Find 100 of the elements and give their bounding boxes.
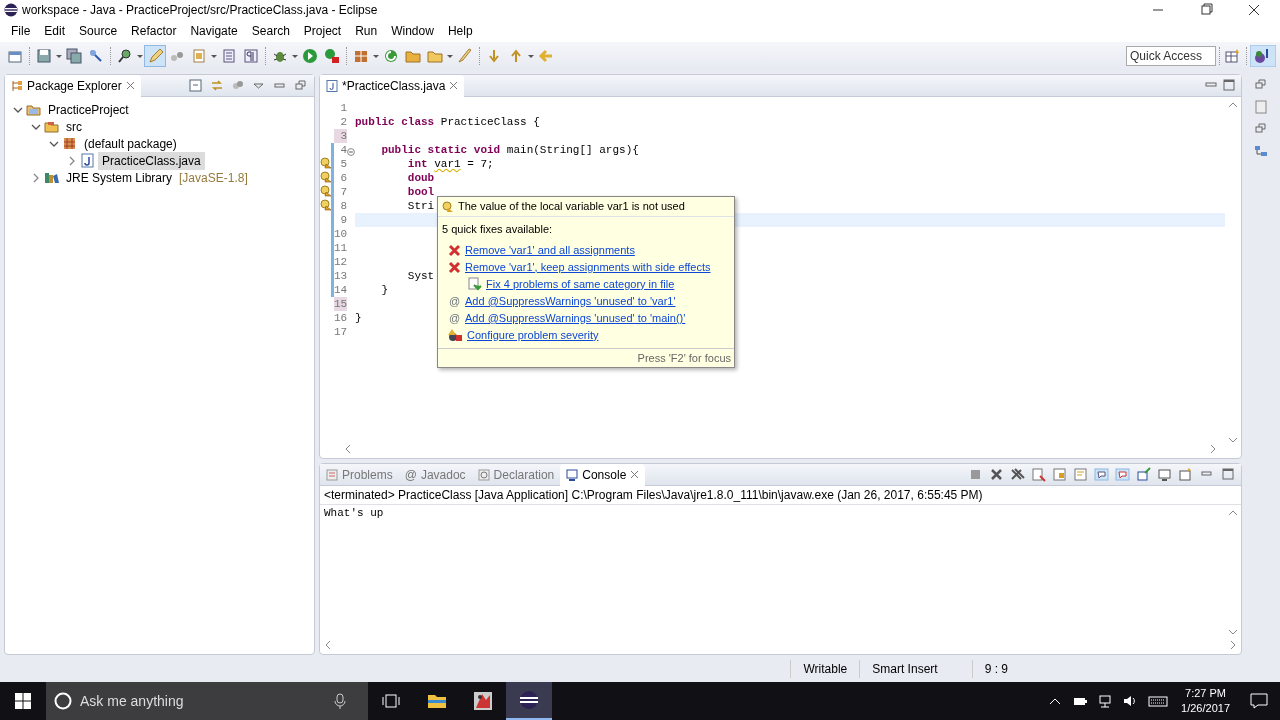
chevron-right-icon[interactable] bbox=[31, 172, 41, 183]
save-all-icon bbox=[66, 48, 82, 64]
quick-access-field[interactable]: Quick Access bbox=[1126, 46, 1216, 66]
project-folder-icon bbox=[26, 102, 41, 117]
scroll-left-icon[interactable] bbox=[344, 444, 352, 454]
warning-bulb-icon bbox=[442, 200, 454, 213]
line-number: 2 bbox=[339, 115, 347, 129]
severity-icon bbox=[448, 328, 463, 342]
circle-icon bbox=[54, 692, 72, 710]
menu-item[interactable]: Refactor bbox=[124, 22, 184, 40]
tree-item[interactable]: PracticeClass.java bbox=[98, 151, 205, 170]
keyboard-icon[interactable] bbox=[1148, 693, 1169, 709]
code-line: } bbox=[380, 284, 388, 296]
java-file-icon bbox=[80, 153, 95, 168]
tree-item[interactable]: PracticeProject bbox=[44, 100, 133, 119]
books-icon bbox=[44, 170, 59, 185]
menu-item[interactable]: Help bbox=[440, 22, 480, 40]
status-text: Writable bbox=[790, 659, 860, 678]
line-number: 3 bbox=[334, 129, 347, 143]
chevron-right-icon[interactable] bbox=[67, 155, 77, 166]
quick-fix-link[interactable]: Add @SuppressWarnings 'unused' to 'var1' bbox=[465, 292, 676, 310]
folder-icon bbox=[427, 48, 443, 64]
menu-item[interactable]: Window bbox=[384, 22, 441, 40]
view-tab[interactable]: @ Javadoc bbox=[398, 463, 472, 486]
restore-icon[interactable] bbox=[293, 78, 308, 93]
search-box[interactable]: Ask me anything bbox=[46, 682, 368, 720]
package-icon bbox=[353, 48, 369, 64]
stop-icon[interactable] bbox=[968, 467, 983, 482]
scroll-right-icon[interactable] bbox=[1209, 444, 1217, 454]
run-tools-icon bbox=[324, 48, 340, 64]
search-field[interactable]: Ask me anything bbox=[78, 689, 328, 713]
code-line: Stri bbox=[406, 200, 435, 212]
menu-item[interactable]: Edit bbox=[37, 22, 73, 40]
restore-icon[interactable] bbox=[1254, 122, 1268, 136]
line-number: 16 bbox=[334, 311, 347, 325]
menu-item[interactable]: Project bbox=[296, 22, 349, 40]
scroll-down-icon[interactable] bbox=[1228, 436, 1238, 444]
menu-item[interactable]: Search bbox=[244, 22, 297, 40]
scroll-up-icon[interactable] bbox=[1228, 101, 1238, 109]
line-number: 8 bbox=[339, 199, 347, 213]
line-number: 4 bbox=[339, 143, 347, 157]
paint-app-icon bbox=[473, 691, 493, 711]
menu-item[interactable]: Source bbox=[72, 22, 125, 40]
clear-console-icon[interactable] bbox=[1031, 467, 1046, 482]
line-number: 14 bbox=[334, 283, 347, 297]
tree-item[interactable]: (default package) bbox=[80, 134, 181, 153]
view-tab[interactable]: Console bbox=[560, 463, 646, 486]
menu-item[interactable]: Navigate bbox=[183, 22, 245, 40]
restore-icon[interactable] bbox=[1254, 78, 1268, 92]
menu-item[interactable]: Run bbox=[348, 22, 385, 40]
taskbar-app[interactable] bbox=[506, 682, 552, 720]
notification-icon[interactable] bbox=[1250, 693, 1268, 709]
tree-item[interactable]: src bbox=[62, 117, 86, 136]
view-tab[interactable]: Package Explorer bbox=[5, 74, 141, 97]
package-icon bbox=[62, 136, 77, 151]
clock-date[interactable]: 1/26/2017 bbox=[1181, 701, 1230, 716]
windows-logo-icon bbox=[15, 693, 31, 709]
folder-icon bbox=[44, 119, 59, 134]
java-file-icon bbox=[326, 79, 338, 92]
editor-tab[interactable]: *PracticeClass.java bbox=[320, 74, 465, 97]
refresh-icon bbox=[383, 48, 399, 64]
clock-time[interactable]: 7:27 PM bbox=[1185, 686, 1226, 701]
status-text: Smart Insert bbox=[859, 659, 972, 678]
display-icon[interactable] bbox=[1157, 467, 1172, 482]
scroll-down-icon[interactable] bbox=[1228, 628, 1238, 636]
view-tab[interactable]: Problems bbox=[320, 463, 399, 486]
folder-icon bbox=[405, 48, 421, 64]
line-number: 13 bbox=[334, 269, 347, 283]
tree-item[interactable]: JRE System Library bbox=[62, 168, 177, 187]
quick-fix-link[interactable]: Remove 'var1', keep assignments with side effects bbox=[465, 258, 711, 276]
new-console-icon[interactable] bbox=[1178, 467, 1193, 482]
arrow-left-icon bbox=[538, 48, 554, 64]
quick-fix-link[interactable]: Remove 'var1' and all assignments bbox=[465, 241, 635, 259]
link-icon[interactable] bbox=[209, 78, 224, 93]
hierarchy-icon bbox=[11, 79, 23, 92]
view-tab[interactable]: Declaration bbox=[471, 463, 561, 486]
x-mark-icon bbox=[448, 260, 461, 274]
java-perspective-icon[interactable] bbox=[1250, 45, 1276, 67]
outline-icon[interactable] bbox=[1254, 144, 1268, 158]
library-version: [JavaSE-1.8] bbox=[179, 169, 248, 187]
pilcrow-icon bbox=[243, 48, 259, 64]
open-console-icon[interactable] bbox=[1136, 467, 1151, 482]
collapse-icon[interactable] bbox=[347, 147, 355, 156]
quick-fix-link[interactable]: Add @SuppressWarnings 'unused' to 'main()' bbox=[465, 309, 686, 327]
quick-fix-link[interactable]: Configure problem severity bbox=[467, 326, 599, 344]
code-line: public static void main(String[] args){ bbox=[380, 144, 639, 156]
quick-fix-link[interactable]: Fix 4 problems of same category in file bbox=[486, 275, 675, 293]
remove-all-icon[interactable] bbox=[1010, 467, 1025, 482]
scroll-left-icon[interactable] bbox=[324, 640, 332, 650]
microphone-icon[interactable] bbox=[334, 693, 346, 709]
line-number: 15 bbox=[334, 297, 347, 311]
maximize-icon[interactable] bbox=[1220, 467, 1235, 482]
scroll-up-icon[interactable] bbox=[1228, 509, 1238, 517]
network-icon[interactable] bbox=[1098, 693, 1114, 709]
collapse-all-icon[interactable] bbox=[188, 78, 203, 93]
line-number: 17 bbox=[334, 325, 347, 339]
remove-icon[interactable] bbox=[989, 467, 1004, 482]
menu-item[interactable]: File bbox=[4, 22, 38, 40]
scroll-right-icon[interactable] bbox=[1229, 640, 1237, 650]
eclipse-icon bbox=[519, 690, 539, 710]
